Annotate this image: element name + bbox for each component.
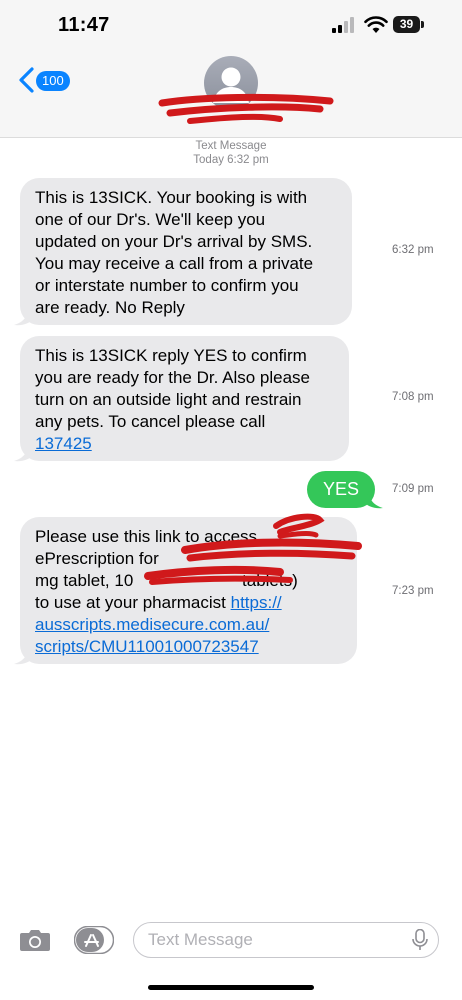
message-line: any pets. To cancel please call	[35, 411, 266, 431]
app-store-icon[interactable]	[74, 926, 114, 954]
bubble-tail	[14, 308, 33, 326]
battery-tip	[421, 21, 424, 28]
message-line: one of our Dr's. We'll keep you	[35, 209, 266, 229]
prescription-link-part[interactable]: ausscripts.medisecure.com.au/	[35, 615, 269, 634]
battery-icon: 39	[393, 16, 420, 33]
message-line: you are ready for the Dr. Also please	[35, 367, 310, 387]
contact-name-redaction	[158, 93, 334, 124]
home-indicator[interactable]	[148, 985, 314, 990]
incoming-message-bubble[interactable]: This is 13SICK reply YES to confirm you …	[20, 336, 349, 461]
prescription-link-part[interactable]: https://	[231, 593, 282, 612]
message-input[interactable]	[133, 922, 439, 958]
bubble-tail	[364, 491, 383, 509]
phone-number-link[interactable]: 137425	[35, 434, 92, 453]
message-line: are ready. No Reply	[35, 297, 185, 317]
bubble-tail	[14, 444, 33, 462]
back-chevron-icon[interactable]	[17, 67, 37, 93]
message-line: or interstate number to confirm you	[35, 275, 299, 295]
message-line: You may receive a call from a private	[35, 253, 314, 273]
prescription-redaction	[144, 513, 362, 585]
message-line: turn on an outside light and restrain	[35, 389, 302, 409]
conversation-header: 11:47 39 100	[0, 0, 462, 138]
status-bar-time: 11:47	[58, 14, 110, 36]
microphone-icon[interactable]	[412, 929, 428, 951]
message-timestamp: 7:23 pm	[392, 585, 434, 597]
unread-count-badge[interactable]: 100	[36, 71, 70, 91]
signal-icon	[332, 17, 356, 33]
message-timestamp: 7:08 pm	[392, 391, 434, 403]
message-line: to use at your pharmacist	[35, 592, 226, 612]
prescription-link-part[interactable]: scripts/CMU11001000723547	[35, 637, 259, 656]
message-timestamp: 7:09 pm	[392, 483, 434, 495]
thread-date-label: Today 6:32 pm	[193, 154, 269, 166]
message-timestamp: 6:32 pm	[392, 244, 434, 256]
bubble-tail	[14, 647, 33, 665]
message-line: updated on your Dr's arrival by SMS.	[35, 231, 313, 251]
message-line: This is 13SICK reply YES to confirm	[35, 346, 307, 365]
message-service-label: Text Message	[195, 140, 267, 152]
message-line: This is 13SICK. Your booking is with	[35, 188, 308, 207]
camera-icon[interactable]	[19, 928, 51, 952]
incoming-message-bubble[interactable]: This is 13SICK. Your booking is with one…	[20, 178, 352, 325]
wifi-icon	[364, 16, 388, 33]
message-line: mg tablet, 10	[35, 570, 134, 590]
